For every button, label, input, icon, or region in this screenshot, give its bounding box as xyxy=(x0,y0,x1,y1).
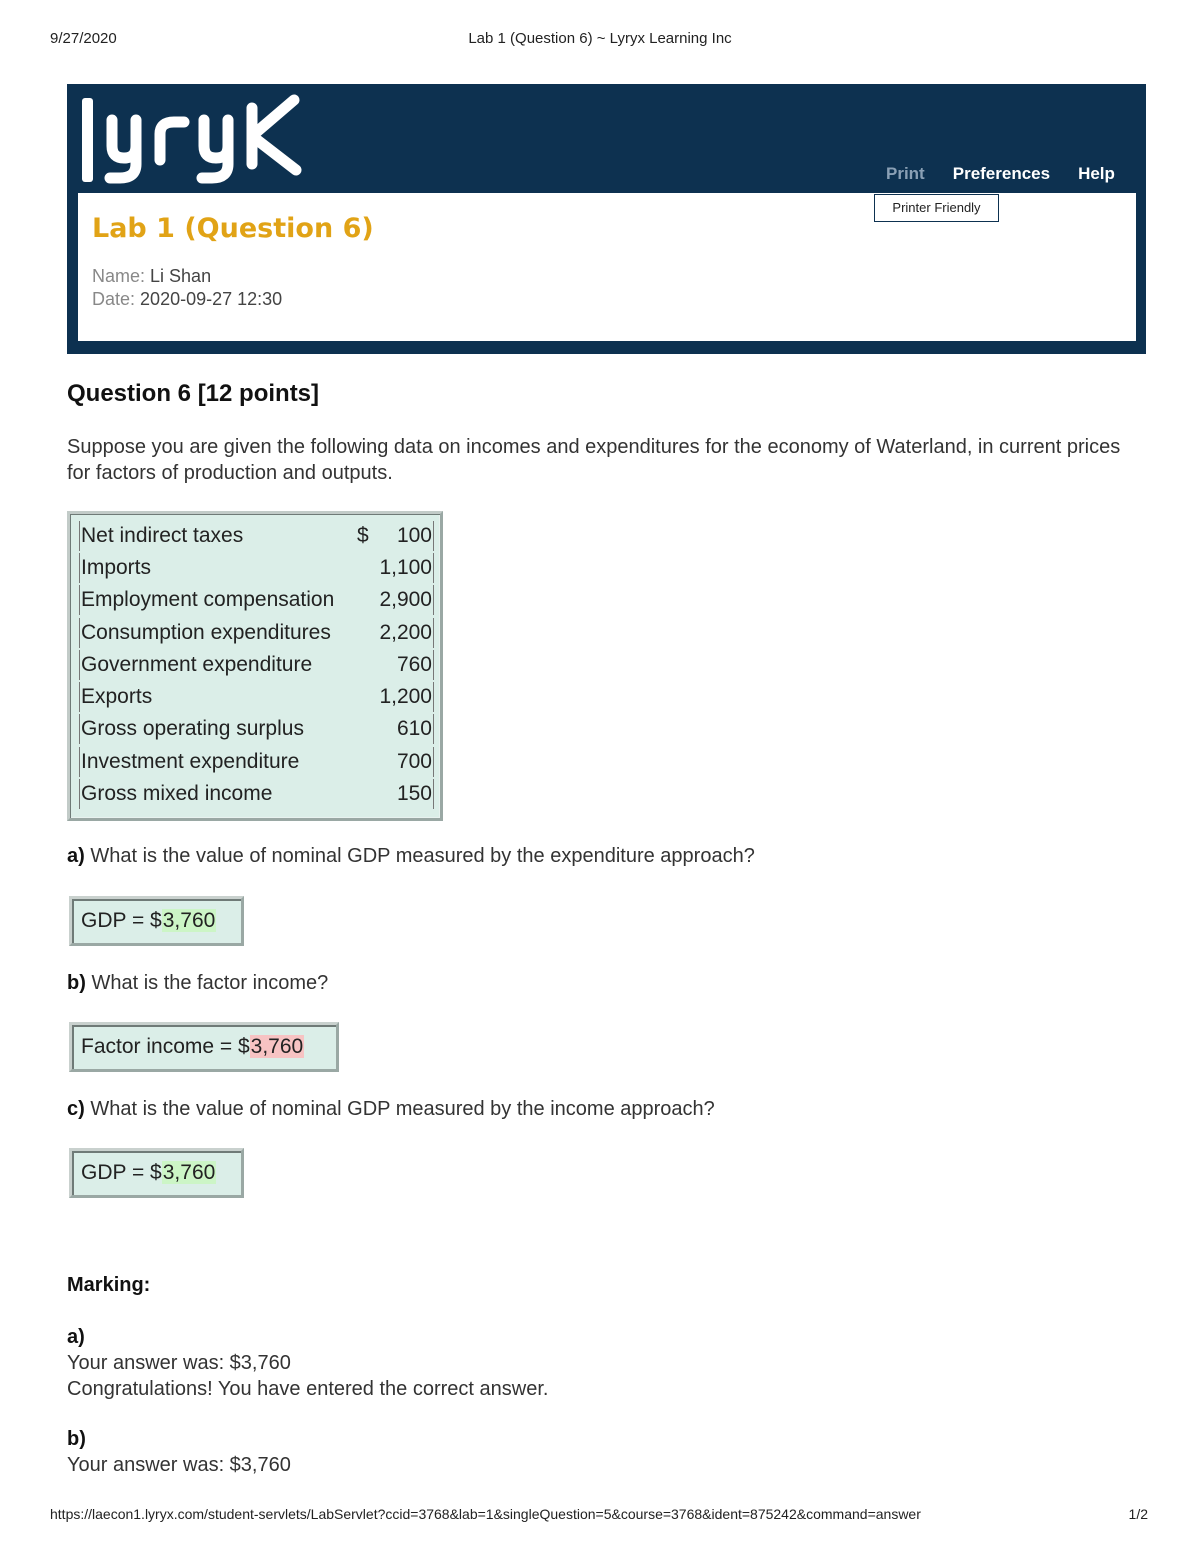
question-heading: Question 6 [12 points] xyxy=(67,380,320,407)
answer-prefix: Factor income = $ xyxy=(81,1035,250,1058)
print-page-title: Lab 1 (Question 6) ~ Lyryx Learning Inc xyxy=(468,30,732,47)
row-value: 610 xyxy=(397,714,434,744)
answer-prefix: GDP = $ xyxy=(81,909,162,932)
marking-letter: b) xyxy=(67,1428,86,1450)
row-value: 2,200 xyxy=(379,618,434,648)
name-label: Name: xyxy=(92,266,146,286)
marking-letter: a) xyxy=(67,1326,85,1348)
nav-print[interactable]: Print xyxy=(886,164,925,184)
row-label: Gross mixed income xyxy=(79,779,272,809)
part-letter: a) xyxy=(67,845,85,867)
marking-heading: Marking: xyxy=(67,1274,151,1296)
part-b-answer-field[interactable]: Factor income = $3,760 xyxy=(69,1022,339,1072)
row-value: 150 xyxy=(397,779,434,809)
part-letter: b) xyxy=(67,972,86,994)
answer-value-incorrect: 3,760 xyxy=(249,1035,305,1058)
part-letter: c) xyxy=(67,1098,85,1120)
row-label: Consumption expenditures xyxy=(79,618,331,648)
part-text: What is the value of nominal GDP measure… xyxy=(90,845,755,867)
row-label: Gross operating surplus xyxy=(79,714,304,744)
part-b-question: b) What is the factor income? xyxy=(67,972,328,995)
row-label: Investment expenditure xyxy=(79,747,299,777)
answer-value-correct: 3,760 xyxy=(161,909,217,932)
table-row: Imports 1,100 xyxy=(79,553,434,583)
date-label: Date: xyxy=(92,289,136,309)
student-name: Name: Li Shan xyxy=(92,266,211,287)
answer-prefix: GDP = $ xyxy=(81,1161,162,1184)
part-text: What is the factor income? xyxy=(91,972,329,994)
row-label: Exports xyxy=(79,682,152,712)
print-footer: https://laecon1.lyryx.com/student-servle… xyxy=(0,1506,1200,1526)
part-c-question: c) What is the value of nominal GDP meas… xyxy=(67,1098,715,1121)
table-row: Investment expenditure 700 xyxy=(79,747,434,777)
row-value: 760 xyxy=(397,650,434,680)
table-row: Gross operating surplus 610 xyxy=(79,714,434,744)
print-url: https://laecon1.lyryx.com/student-servle… xyxy=(50,1506,921,1522)
row-value: 1,100 xyxy=(379,553,434,583)
marking-feedback: Congratulations! You have entered the co… xyxy=(67,1378,549,1400)
name-value: Li Shan xyxy=(150,266,212,286)
nav-preferences[interactable]: Preferences xyxy=(953,164,1050,184)
marking-item-b: b) Your answer was: $3,760 xyxy=(67,1426,291,1478)
row-value: 700 xyxy=(397,747,434,777)
data-table: Net indirect taxes $ 100 Imports 1,100 E… xyxy=(67,511,443,821)
row-label: Net indirect taxes xyxy=(79,521,243,551)
part-text: What is the value of nominal GDP measure… xyxy=(90,1098,715,1120)
row-label: Employment compensation xyxy=(79,585,334,615)
row-value: 1,200 xyxy=(379,682,434,712)
nav-help[interactable]: Help xyxy=(1078,164,1115,184)
part-a-answer-field[interactable]: GDP = $3,760 xyxy=(69,896,244,946)
marking-answer: Your answer was: $3,760 xyxy=(67,1352,291,1374)
marking-item-a: a) Your answer was: $3,760 Congratulatio… xyxy=(67,1324,548,1402)
lab-title: Lab 1 (Question 6) xyxy=(92,213,374,244)
row-label: Government expenditure xyxy=(79,650,312,680)
marking-answer: Your answer was: $3,760 xyxy=(67,1454,291,1476)
currency-symbol: $ xyxy=(357,524,369,547)
page-number: 1/2 xyxy=(1128,1506,1148,1522)
table-row: Gross mixed income 150 xyxy=(79,779,434,809)
print-header: 9/27/2020 Lab 1 (Question 6) ~ Lyryx Lea… xyxy=(0,28,1200,50)
table-row: Consumption expenditures 2,200 xyxy=(79,618,434,648)
answer-value-correct: 3,760 xyxy=(161,1161,217,1184)
date-value: 2020-09-27 12:30 xyxy=(140,289,283,309)
printer-friendly-menu-item[interactable]: Printer Friendly xyxy=(874,194,999,222)
lyryx-logo-icon xyxy=(82,94,302,184)
part-a-question: a) What is the value of nominal GDP meas… xyxy=(67,845,755,868)
table-row: Government expenditure 760 xyxy=(79,650,434,680)
submission-date: Date: 2020-09-27 12:30 xyxy=(92,289,282,310)
lyryx-logo[interactable] xyxy=(80,88,348,188)
question-intro: Suppose you are given the following data… xyxy=(67,436,1121,484)
table-row: Exports 1,200 xyxy=(79,682,434,712)
table-row: Employment compensation 2,900 xyxy=(79,585,434,615)
top-nav: Print Preferences Help xyxy=(886,164,1115,184)
row-value: 100 xyxy=(397,521,434,551)
row-label: Imports xyxy=(79,553,151,583)
part-c-answer-field[interactable]: GDP = $3,760 xyxy=(69,1148,244,1198)
row-value: 2,900 xyxy=(379,585,434,615)
table-row: Net indirect taxes $ 100 xyxy=(79,521,434,551)
